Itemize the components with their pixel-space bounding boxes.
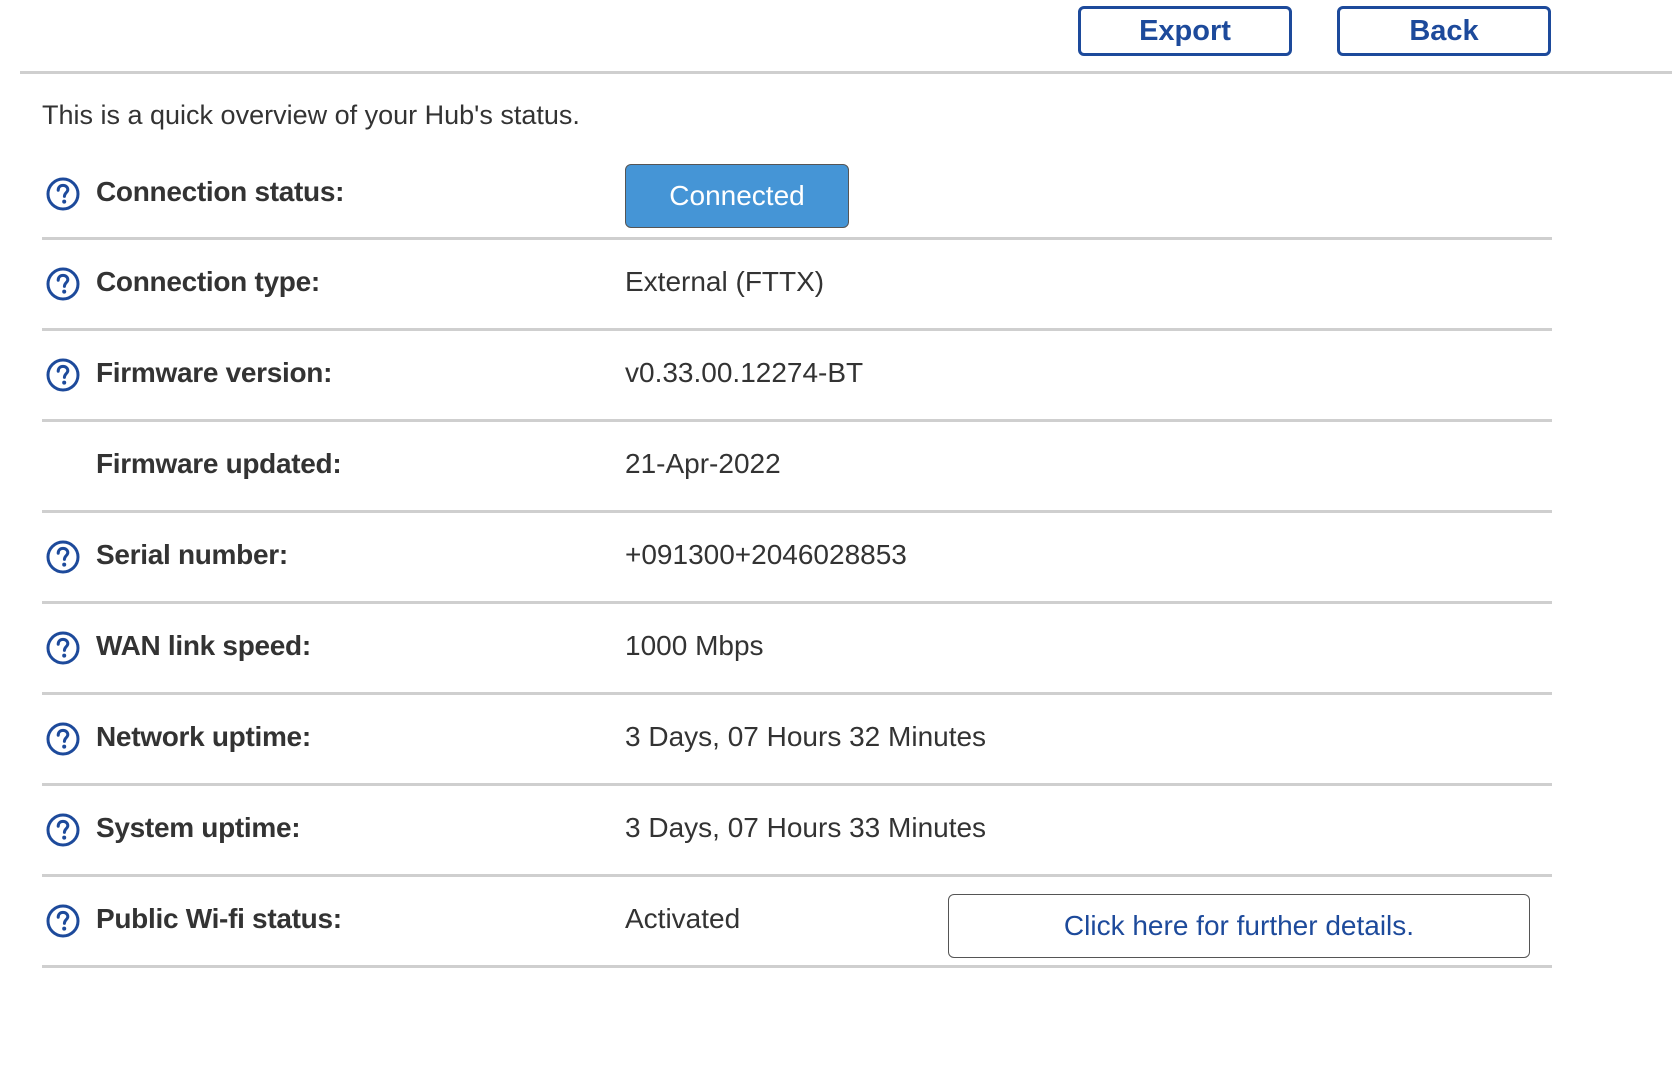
row-serial-number: Serial number: +091300+2046028853 xyxy=(42,513,1552,604)
question-circle-icon[interactable] xyxy=(46,813,80,847)
firmware-updated-value: 21-Apr-2022 xyxy=(625,448,781,479)
row-public-wifi-status: Public Wi-fi status: Activated Click her… xyxy=(42,877,1552,968)
intro-text: This is a quick overview of your Hub's s… xyxy=(42,100,580,130)
further-details-button[interactable]: Click here for further details. xyxy=(948,894,1530,958)
toolbar: Export Back xyxy=(0,0,1672,74)
question-circle-icon[interactable] xyxy=(46,722,80,756)
public-wifi-status-value: Activated xyxy=(625,903,741,934)
connection-type-value: External (FTTX) xyxy=(625,266,825,297)
export-button[interactable]: Export xyxy=(1078,6,1292,56)
header-divider xyxy=(20,71,1672,74)
public-wifi-status-label: Public Wi-fi status: xyxy=(96,903,342,934)
question-circle-icon[interactable] xyxy=(46,267,80,301)
question-circle-icon[interactable] xyxy=(46,177,80,211)
network-uptime-value: 3 Days, 07 Hours 32 Minutes xyxy=(625,721,987,752)
question-circle-icon[interactable] xyxy=(46,540,80,574)
row-connection-status: Connection status: Connected xyxy=(42,150,1552,240)
firmware-version-value: v0.33.00.12274-BT xyxy=(625,357,864,388)
question-circle-icon[interactable] xyxy=(46,358,80,392)
wan-link-speed-label: WAN link speed: xyxy=(96,630,311,661)
serial-number-value: +091300+2046028853 xyxy=(625,539,907,570)
row-network-uptime: Network uptime: 3 Days, 07 Hours 32 Minu… xyxy=(42,695,1552,786)
question-circle-icon[interactable] xyxy=(46,631,80,665)
status-list: Connection status: Connected Connection … xyxy=(42,150,1552,968)
firmware-updated-label: Firmware updated: xyxy=(96,448,342,479)
hub-status-page: Export Back This is a quick overview of … xyxy=(0,0,1672,1078)
connection-status-label: Connection status: xyxy=(96,176,345,207)
row-firmware-version: Firmware version: v0.33.00.12274-BT xyxy=(42,331,1552,422)
network-uptime-label: Network uptime: xyxy=(96,721,311,752)
row-firmware-updated: Firmware updated: 21-Apr-2022 xyxy=(42,422,1552,513)
serial-number-label: Serial number: xyxy=(96,539,288,570)
wan-link-speed-value: 1000 Mbps xyxy=(625,630,764,661)
connection-type-label: Connection type: xyxy=(96,266,320,297)
row-system-uptime: System uptime: 3 Days, 07 Hours 33 Minut… xyxy=(42,786,1552,877)
back-button[interactable]: Back xyxy=(1337,6,1551,56)
firmware-version-label: Firmware version: xyxy=(96,357,333,388)
system-uptime-value: 3 Days, 07 Hours 33 Minutes xyxy=(625,812,987,843)
connection-status-badge: Connected xyxy=(625,164,849,228)
question-circle-icon[interactable] xyxy=(46,904,80,938)
row-connection-type: Connection type: External (FTTX) xyxy=(42,240,1552,331)
system-uptime-label: System uptime: xyxy=(96,812,301,843)
row-wan-link-speed: WAN link speed: 1000 Mbps xyxy=(42,604,1552,695)
